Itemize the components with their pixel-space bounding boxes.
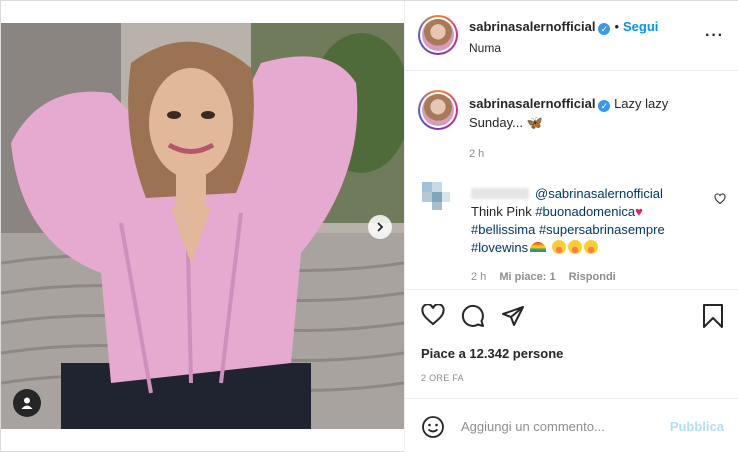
blurred-username[interactable] [471, 188, 529, 199]
follow-button[interactable]: Segui [623, 19, 658, 34]
comments-section: sabrinasalernofficial ✓ Lazy lazy Sunday.… [405, 72, 738, 288]
more-options-icon[interactable]: ··· [705, 27, 724, 45]
star-eyes-emoji-icon [567, 240, 582, 254]
photo-illustration [1, 23, 404, 429]
verified-badge-icon: ✓ [598, 23, 611, 35]
caption-text: sabrinasalernofficial ✓ Lazy lazy Sunday.… [469, 94, 669, 132]
paper-plane-icon [502, 306, 524, 326]
publish-button[interactable]: Pubblica [670, 419, 724, 434]
avatar[interactable] [418, 15, 458, 55]
emoji-picker-button[interactable] [421, 415, 445, 442]
bookmark-icon [703, 304, 723, 328]
star-eyes-emoji-icon [551, 240, 566, 254]
verified-badge-icon: ✓ [598, 100, 611, 112]
post-sidebar: sabrinasalernofficial ✓ • Segui Numa ··· sa… [404, 1, 738, 452]
post-timestamp[interactable]: 2 ORE FA [421, 373, 464, 383]
comment-input[interactable]: Aggiungi un commento... [461, 419, 605, 434]
heart-emoji-icon: ♥ [635, 204, 643, 219]
mention-link[interactable]: @sabrinasalernofficial [535, 186, 663, 201]
hashtag-link[interactable]: #supersabrinasempre [539, 222, 665, 237]
comment-timestamp[interactable]: 2 h [471, 271, 486, 283]
hashtag-link[interactable]: #lovewins [471, 240, 528, 255]
likes-count[interactable]: Piace a 12.342 persone [421, 346, 563, 361]
hashtag-link[interactable]: #bellissima [471, 222, 535, 237]
comment-text: @sabrinasalernofficial Think Pink #buona… [471, 185, 701, 257]
like-button[interactable] [421, 303, 445, 329]
header-user-line: sabrinasalernofficial ✓ • Segui [469, 19, 658, 35]
heart-icon [421, 303, 445, 326]
post-header: sabrinasalernofficial ✓ • Segui Numa ··· [405, 1, 738, 71]
caption-username-link[interactable]: sabrinasalernofficial [469, 96, 595, 111]
next-photo-button[interactable] [368, 215, 392, 239]
comment-like-icon[interactable] [714, 193, 726, 208]
tagged-users-button[interactable] [13, 389, 41, 417]
user-icon [21, 397, 33, 409]
separator-dot: • [614, 19, 620, 34]
username-link[interactable]: sabrinasalernofficial [469, 19, 595, 34]
comment-button[interactable] [461, 304, 485, 331]
comment-likes-count[interactable]: Mi piace: 1 [499, 271, 555, 283]
comment-body: Think Pink [471, 204, 532, 219]
star-eyes-emoji-icon [583, 240, 598, 254]
media-top-margin [1, 1, 404, 23]
post-image[interactable] [1, 23, 404, 429]
butterfly-emoji-icon: 🦋 [526, 115, 543, 130]
caption-avatar[interactable] [418, 90, 458, 130]
caption-timestamp[interactable]: 2 h [469, 148, 484, 160]
instagram-post: sabrinasalernofficial ✓ • Segui Numa ··· sa… [0, 0, 738, 452]
chevron-right-icon [377, 222, 384, 232]
comment-meta: 2 h Mi piace: 1 Rispondi [471, 271, 626, 283]
add-comment-bar: Aggiungi un commento... Pubblica [405, 398, 738, 452]
location-link[interactable]: Numa [469, 41, 501, 55]
action-bar [405, 289, 738, 339]
rainbow-emoji-icon [530, 242, 547, 252]
smiley-icon [422, 416, 444, 438]
share-button[interactable] [501, 304, 525, 331]
comment-bubble-icon [461, 304, 484, 327]
save-button[interactable] [702, 304, 724, 331]
hashtag-link[interactable]: #buonadomenica [535, 204, 635, 219]
commenter-avatar[interactable] [420, 180, 452, 212]
reply-button[interactable]: Rispondi [569, 271, 616, 283]
